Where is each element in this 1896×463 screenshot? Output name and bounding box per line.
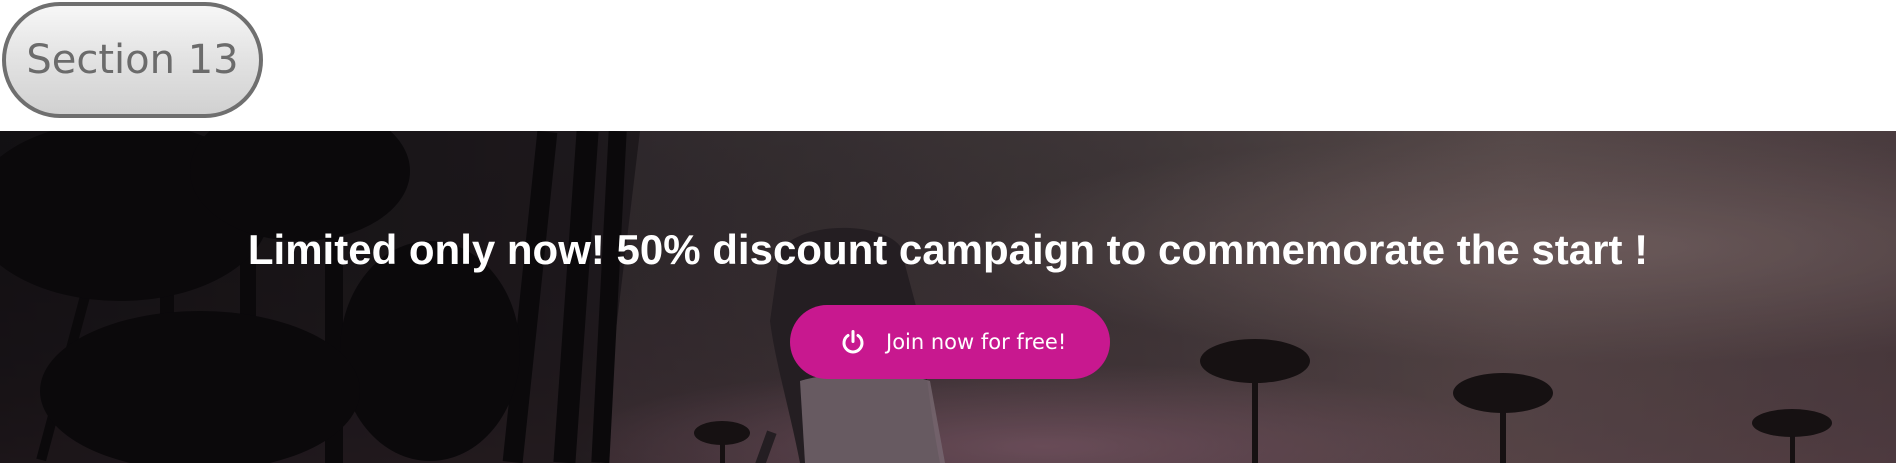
hero-background-image [0, 131, 1896, 463]
join-free-button-label: Join now for free! [886, 330, 1067, 354]
promo-headline: Limited only now! 50% discount campaign … [247, 226, 1649, 273]
section-badge: Section 13 [2, 2, 263, 118]
power-icon [842, 330, 864, 354]
section-badge-label: Section 13 [26, 37, 239, 83]
hero-banner: Limited only now! 50% discount campaign … [0, 131, 1896, 463]
join-free-button[interactable]: Join now for free! [790, 305, 1110, 379]
